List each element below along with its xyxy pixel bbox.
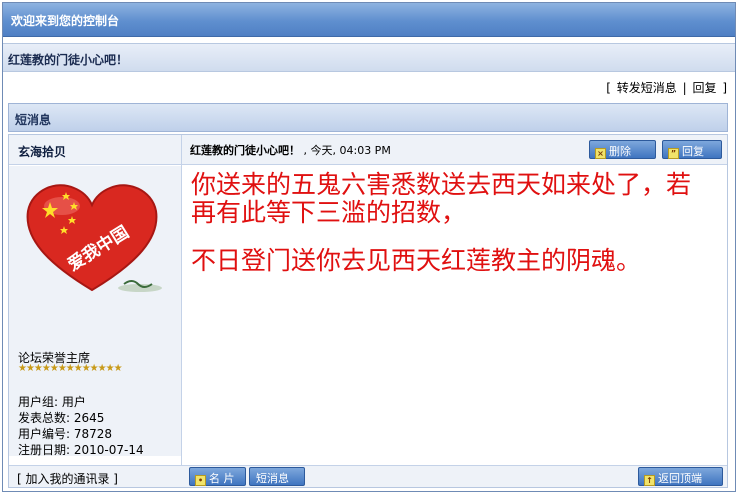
column-divider — [181, 135, 182, 487]
rank-stars: ★★★★★★★★★★★★★ — [18, 363, 123, 374]
top-label: 返回顶端 — [658, 472, 702, 485]
reply-button[interactable]: ” 回复 — [662, 140, 722, 159]
content-paragraph-2: 不日登门送你去见西天红莲教主的阴魂。 — [191, 246, 642, 275]
message-content: 你送来的五鬼六害悉数送去西天如来处了，若再有此等下三滥的招数， 不日登门送你去见… — [191, 171, 711, 301]
user-group: 用户组: 用户 — [18, 395, 86, 409]
bracket-open: [ — [606, 81, 611, 95]
arrow-up-icon: ↑ — [644, 475, 655, 486]
bracket-close: ] — [722, 81, 727, 95]
card-label: 名 片 — [209, 472, 235, 485]
post-title: 红莲教的门徒小心吧！ — [190, 144, 300, 157]
add-contact-link[interactable]: [ 加入我的通讯录 ] — [17, 470, 118, 487]
message-actions: [ 转发短消息 | 回复 ] — [3, 74, 735, 100]
author-sidebar: 爱我中国 论坛荣誉主席 ★★★★★★★★★★★★★ 用户组: 用户 发表总数: … — [9, 166, 181, 458]
quote-icon: ” — [668, 148, 679, 159]
post-footer: [ 加入我的通讯录 ] • 名 片 短消息 ↑ 返回顶端 — [9, 465, 727, 487]
delete-label: 删除 — [609, 145, 631, 158]
delete-button[interactable]: × 删除 — [589, 140, 656, 159]
register-date: 注册日期: 2010-07-14 — [18, 443, 144, 457]
reply-link[interactable]: 回复 — [692, 81, 716, 95]
content-paragraph-1: 你送来的五鬼六害悉数送去西天如来处了，若再有此等下三滥的招数， — [191, 170, 692, 227]
post-count: 发表总数: 2645 — [18, 411, 105, 425]
author-name: 玄海拾贝 — [18, 145, 67, 159]
author-info: 用户组: 用户 发表总数: 2645 用户编号: 78728 注册日期: 201… — [18, 394, 144, 458]
send-pm-button[interactable]: 短消息 — [249, 467, 305, 486]
control-panel-window: 欢迎来到您的控制台 红莲教的门徒小心吧！ [ 转发短消息 | 回复 ] 短消息 … — [2, 2, 736, 492]
delete-icon: × — [595, 148, 606, 159]
reply-label: 回复 — [682, 145, 704, 158]
header-title: 欢迎来到您的控制台 — [11, 14, 120, 28]
back-to-top-button[interactable]: ↑ 返回顶端 — [638, 467, 723, 486]
avatar: 爱我中国 — [26, 184, 162, 292]
profile-card-button[interactable]: • 名 片 — [189, 467, 246, 486]
section-title: 短消息 — [8, 103, 728, 132]
user-id: 用户编号: 78728 — [18, 427, 113, 441]
post-title-line: 红莲教的门徒小心吧！ , 今天, 04:03 PM — [190, 142, 391, 158]
post-date: , 今天, 04:03 PM — [303, 144, 391, 157]
breadcrumb: 红莲教的门徒小心吧！ — [3, 43, 735, 72]
separator: | — [682, 81, 687, 95]
section-title-text: 短消息 — [15, 113, 52, 127]
user-icon: • — [195, 475, 206, 486]
breadcrumb-current: 红莲教的门徒小心吧！ — [8, 53, 129, 67]
forward-link[interactable]: 转发短消息 — [617, 81, 677, 95]
pm-label: 短消息 — [256, 472, 289, 485]
post-header: 玄海拾贝 红莲教的门徒小心吧！ , 今天, 04:03 PM × 删除 ” 回复 — [9, 135, 727, 165]
message-post: 玄海拾贝 红莲教的门徒小心吧！ , 今天, 04:03 PM ×删除 ”回复 — [8, 134, 728, 488]
control-panel-header: 欢迎来到您的控制台 — [3, 3, 735, 37]
